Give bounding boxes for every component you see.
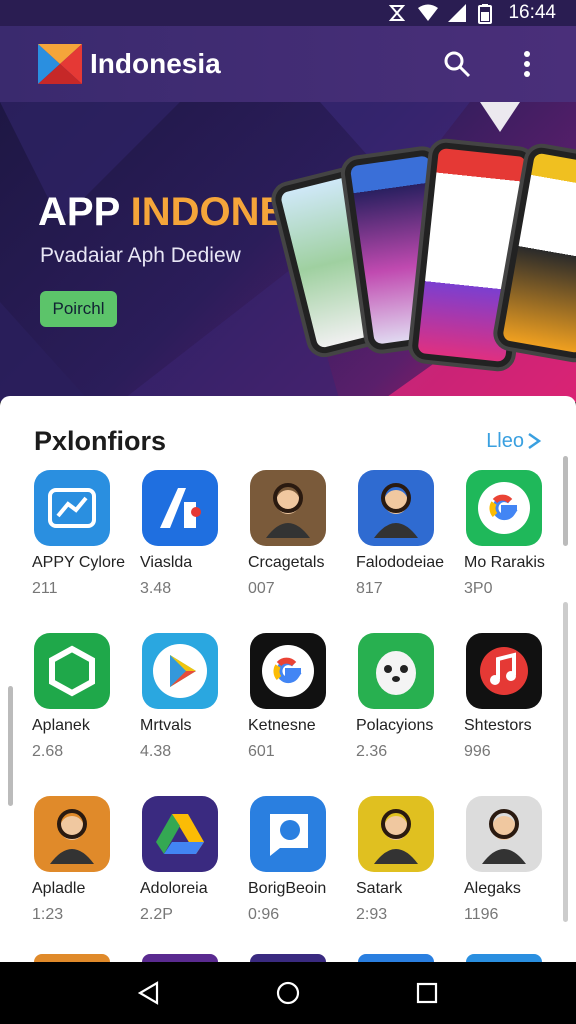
app-grid: APPY Cylore 211 Viaslda 3.48 Crcagetals 007 Fa… <box>14 458 562 947</box>
app-rating: 4.38 <box>140 743 172 760</box>
hero-cta-button[interactable]: Poirchl <box>40 291 117 327</box>
portrait-icon[interactable] <box>250 470 326 546</box>
app-tile[interactable]: APPY Cylore 211 <box>32 458 142 621</box>
google-icon[interactable] <box>466 470 542 546</box>
app-tile[interactable]: Aplanek 2.68 <box>32 621 142 784</box>
app-rating: 996 <box>464 743 491 760</box>
chevron-right-icon <box>528 432 542 450</box>
recents-button[interactable] <box>413 979 441 1007</box>
apps-section: Pxlonfiors Lleo APPY Cylore 211 Viaslda 3.4… <box>0 396 576 962</box>
app-icon-peek <box>358 954 434 962</box>
hero-title-main: APP <box>38 190 131 234</box>
navigation-bar <box>0 962 576 1024</box>
home-button[interactable] <box>274 979 302 1007</box>
app-name: Adoloreia <box>140 880 208 897</box>
drive-icon[interactable] <box>142 796 218 872</box>
search-button[interactable] <box>442 49 472 79</box>
see-more-link[interactable]: Lleo <box>486 430 542 453</box>
app-icon-peek <box>466 954 542 962</box>
status-time: 16:44 <box>508 2 556 23</box>
letter-a-icon[interactable] <box>142 470 218 546</box>
app-name: Crcagetals <box>248 554 325 571</box>
app-tile[interactable]: Polacyions 2.36 <box>356 621 466 784</box>
nfc-icon <box>388 4 406 22</box>
app-name: Alegaks <box>464 880 521 897</box>
app-rating: 1:23 <box>32 906 64 923</box>
chat-icon[interactable] <box>250 796 326 872</box>
app-icon-peek <box>142 954 218 962</box>
app-name: Polacyions <box>356 717 434 734</box>
wifi-icon <box>418 4 439 22</box>
app-name: Viaslda <box>140 554 193 571</box>
app-name: Falododeiae <box>356 554 445 571</box>
app-icon-peek <box>250 954 326 962</box>
app-rating: 2.2P <box>140 906 173 923</box>
chart-icon[interactable] <box>34 470 110 546</box>
play-icon[interactable] <box>142 633 218 709</box>
app-rating: 211 <box>32 580 58 597</box>
portrait-icon[interactable] <box>358 796 434 872</box>
overflow-menu-button[interactable] <box>512 49 542 79</box>
see-more-label: Lleo <box>486 429 524 452</box>
app-title: Indonesia <box>90 48 221 79</box>
app-tile[interactable]: Falododeiae 817 <box>356 458 466 621</box>
music-icon[interactable] <box>466 633 542 709</box>
app-name: Apladle <box>32 880 86 897</box>
app-name: BorigBeoin <box>248 880 327 897</box>
portrait-icon[interactable] <box>466 796 542 872</box>
app-logo-icon <box>38 44 82 84</box>
section-header: Pxlonfiors Lleo <box>0 396 576 466</box>
app-name: Ketnesne <box>248 717 316 734</box>
recents-square-icon <box>416 982 437 1004</box>
more-vert-icon <box>524 51 530 77</box>
app-tile[interactable]: Mo Rarakis 3P0 <box>464 458 574 621</box>
app-rating: 601 <box>248 743 275 760</box>
hero-banner[interactable]: APP INDONESIA Pvadaiar Aph Dediew Poirch… <box>0 102 576 402</box>
google-icon[interactable] <box>250 633 326 709</box>
app-name: Mo Rarakis <box>464 554 545 571</box>
app-icon-peek <box>34 954 110 962</box>
app-rating: 1196 <box>464 906 499 923</box>
back-triangle-icon <box>138 981 159 1005</box>
hero-subtitle: Pvadaiar Aph Dediew <box>40 244 241 267</box>
app-name: Aplanek <box>32 717 90 734</box>
app-tile[interactable]: Crcagetals 007 <box>248 458 358 621</box>
app-name: APPY Cylore <box>32 554 126 571</box>
section-title: Pxlonfiors <box>34 425 167 456</box>
signal-icon <box>448 4 467 22</box>
app-tile[interactable]: Shtestors 996 <box>464 621 574 784</box>
search-icon <box>444 51 471 78</box>
hexagon-icon[interactable] <box>34 633 110 709</box>
app-rating: 817 <box>356 580 383 597</box>
app-tile[interactable]: Alegaks 1196 <box>464 784 574 947</box>
app-bar: Indonesia <box>0 26 576 102</box>
animal-icon[interactable] <box>358 633 434 709</box>
app-rating: 3P0 <box>464 580 493 597</box>
app-tile[interactable]: Viaslda 3.48 <box>140 458 250 621</box>
app-rating: 2:93 <box>356 906 388 923</box>
app-tile[interactable]: Apladle 1:23 <box>32 784 142 947</box>
scrollbar-left[interactable] <box>8 686 13 806</box>
back-button[interactable] <box>135 979 163 1007</box>
app-rating: 2.36 <box>356 743 388 760</box>
app-tile[interactable]: Mrtvals 4.38 <box>140 621 250 784</box>
app-name: Shtestors <box>464 717 532 734</box>
app-rating: 2.68 <box>32 743 64 760</box>
battery-icon <box>478 4 496 24</box>
app-rating: 007 <box>248 580 275 597</box>
app-name: Satark <box>356 880 403 897</box>
status-bar: 16:44 <box>0 0 576 26</box>
portrait-icon[interactable] <box>34 796 110 872</box>
app-name: Mrtvals <box>140 717 192 734</box>
app-tile[interactable]: Adoloreia 2.2P <box>140 784 250 947</box>
home-circle-icon <box>276 981 300 1005</box>
app-tile[interactable]: Ketnesne 601 <box>248 621 358 784</box>
app-tile[interactable]: BorigBeoin 0:96 <box>248 784 358 947</box>
app-rating: 3.48 <box>140 580 172 597</box>
app-rating: 0:96 <box>248 906 280 923</box>
portrait-icon[interactable] <box>358 470 434 546</box>
app-tile[interactable]: Satark 2:93 <box>356 784 466 947</box>
